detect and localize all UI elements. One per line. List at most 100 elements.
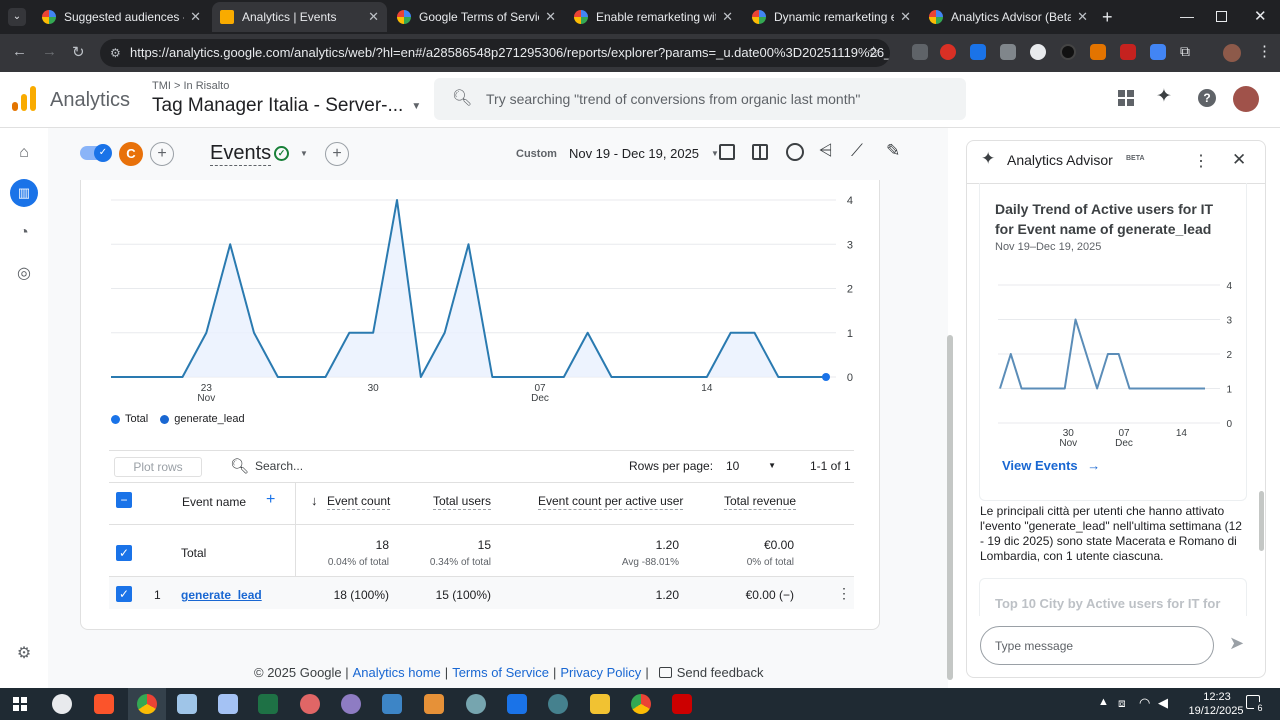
help-icon[interactable]: ? (1198, 89, 1216, 107)
column-header-total-users[interactable]: Total users (433, 494, 492, 510)
view-events-link[interactable]: View Events → (1002, 458, 1100, 473)
rows-per-page-select[interactable]: 10 ▼ (726, 459, 776, 473)
chrome-icon[interactable] (137, 694, 157, 714)
home-icon[interactable]: ⌂ (10, 139, 38, 167)
add-comparison-button[interactable]: + (150, 142, 174, 166)
trend-insights-icon[interactable]: ⟋ (851, 141, 863, 161)
tab-search-button[interactable]: ⌄ (8, 8, 26, 26)
share-icon[interactable]: ⩤ (819, 141, 833, 161)
extension-icon[interactable] (1150, 44, 1166, 60)
taskbar-date[interactable]: 19/12/2025 (1181, 705, 1251, 717)
tray-wifi-icon[interactable]: ◠ (1139, 695, 1150, 711)
row-checkbox[interactable]: ✓ (116, 586, 132, 602)
extensions-puzzle-icon[interactable]: ⧉ (1180, 43, 1190, 60)
taskbar-time[interactable]: 12:23 (1193, 691, 1241, 703)
close-tab-icon[interactable]: ✕ (190, 9, 201, 25)
add-dimension-button[interactable]: + (266, 491, 275, 509)
profile-avatar[interactable] (1223, 44, 1241, 62)
advisor-scrollbar[interactable] (1259, 491, 1264, 551)
close-tab-icon[interactable]: ✕ (900, 9, 911, 25)
brave-icon[interactable] (94, 694, 114, 714)
browser-tab[interactable]: Analytics Advisor (Beta) - A ✕ (921, 2, 1096, 32)
extension-icon[interactable] (912, 44, 928, 60)
app-icon[interactable] (218, 694, 238, 714)
tray-network-icon[interactable]: ⧈ (1118, 696, 1126, 711)
row-menu-icon[interactable]: ⋮ (837, 585, 851, 602)
extension-icon[interactable] (1030, 44, 1046, 60)
send-message-icon[interactable]: ➤ (1229, 633, 1244, 654)
close-tab-icon[interactable]: ✕ (1077, 9, 1088, 25)
extension-icon[interactable] (1090, 44, 1106, 60)
tray-volume-icon[interactable]: ◀ (1158, 695, 1168, 711)
apps-grid-icon[interactable] (1118, 90, 1134, 106)
slack-icon[interactable] (52, 694, 72, 714)
column-header-event-name[interactable]: Event name (182, 495, 246, 509)
extension-icon[interactable] (1120, 44, 1136, 60)
app-icon[interactable] (300, 694, 320, 714)
analytics-home-link[interactable]: Analytics home (353, 665, 441, 680)
extension-icon[interactable] (1060, 44, 1076, 60)
main-scrollbar[interactable] (947, 335, 953, 680)
total-checkbox[interactable]: ✓ (116, 545, 132, 561)
tray-chevron-icon[interactable]: ▲ (1098, 696, 1109, 708)
app-icon[interactable] (424, 694, 444, 714)
explore-icon[interactable]: ◔ (10, 219, 38, 247)
app-icon[interactable] (177, 694, 197, 714)
advisor-menu-icon[interactable]: ⋮ (1193, 151, 1209, 171)
close-window-icon[interactable]: ✕ (1254, 7, 1267, 25)
extension-icon[interactable] (1000, 44, 1016, 60)
back-icon[interactable]: ← (12, 43, 27, 60)
app-icon[interactable] (548, 694, 568, 714)
browser-tab[interactable]: Dynamic remarketing even ✕ (744, 2, 919, 32)
compare-columns-icon[interactable] (752, 144, 768, 160)
comparison-toggle[interactable]: ✓ (80, 144, 112, 162)
add-filter-button[interactable]: + (325, 142, 349, 166)
column-header-event-count[interactable]: Event count (327, 494, 391, 510)
plot-rows-button[interactable]: Plot rows (114, 457, 202, 477)
browser-tab[interactable]: Enable remarketing with G ✕ (566, 2, 741, 32)
reload-icon[interactable]: ↻ (72, 43, 85, 61)
github-icon[interactable] (341, 694, 361, 714)
comparison-avatar[interactable]: C (119, 142, 143, 166)
sparkle-icon[interactable]: ✦ (1156, 85, 1172, 108)
excel-icon[interactable] (258, 694, 278, 714)
date-range-selector[interactable]: Custom Nov 19 - Dec 19, 2025 ▼ (516, 146, 719, 161)
analytics-logo-icon[interactable] (12, 86, 36, 112)
message-input[interactable]: Type message (980, 626, 1214, 665)
close-tab-icon[interactable]: ✕ (545, 9, 556, 25)
reports-icon[interactable]: ▥ (10, 179, 38, 207)
breadcrumb[interactable]: TMI > In Risalto (152, 80, 229, 92)
acrobat-icon[interactable] (672, 694, 692, 714)
event-name-link[interactable]: generate_lead (181, 588, 262, 602)
terms-link[interactable]: Terms of Service (452, 665, 549, 680)
account-avatar[interactable] (1233, 86, 1259, 112)
privacy-link[interactable]: Privacy Policy (560, 665, 641, 680)
edit-report-icon[interactable]: ✎ (886, 141, 900, 161)
admin-gear-icon[interactable]: ⚙ (10, 639, 38, 667)
app-icon[interactable] (382, 694, 402, 714)
advertising-icon[interactable]: ◎ (10, 259, 38, 287)
select-all-checkbox[interactable]: − (116, 492, 132, 508)
browser-tab[interactable]: Google Terms of Service – ✕ (389, 2, 564, 32)
extension-icon[interactable] (940, 44, 956, 60)
forward-icon[interactable]: → (42, 43, 57, 60)
site-info-icon[interactable]: ⚙ (110, 39, 121, 67)
vscode-icon[interactable] (507, 694, 527, 714)
chevron-down-icon[interactable]: ▼ (300, 149, 308, 158)
column-header-per-user[interactable]: Event count per active user (538, 494, 684, 510)
close-advisor-icon[interactable]: ✕ (1232, 150, 1246, 170)
new-tab-button[interactable]: + (1102, 7, 1113, 28)
global-search-bar[interactable]: 🔍︎ Try searching "trend of conversions f… (434, 78, 966, 120)
insights-icon[interactable] (786, 143, 804, 161)
windows-start-icon[interactable] (13, 697, 27, 711)
browser-tab[interactable]: Suggested audiences - An ✕ (34, 2, 209, 32)
extension-icon[interactable] (970, 44, 986, 60)
browser-menu-icon[interactable]: ⋮ (1257, 42, 1272, 60)
file-explorer-icon[interactable] (590, 694, 610, 714)
send-feedback-link[interactable]: Send feedback (677, 665, 764, 680)
close-tab-icon[interactable]: ✕ (722, 9, 733, 25)
close-tab-icon[interactable]: ✕ (368, 9, 379, 25)
bookmark-star-icon[interactable]: ☆ (867, 43, 880, 61)
browser-tab-active[interactable]: Analytics | Events ✕ (212, 2, 387, 32)
minimize-icon[interactable]: — (1180, 8, 1194, 24)
